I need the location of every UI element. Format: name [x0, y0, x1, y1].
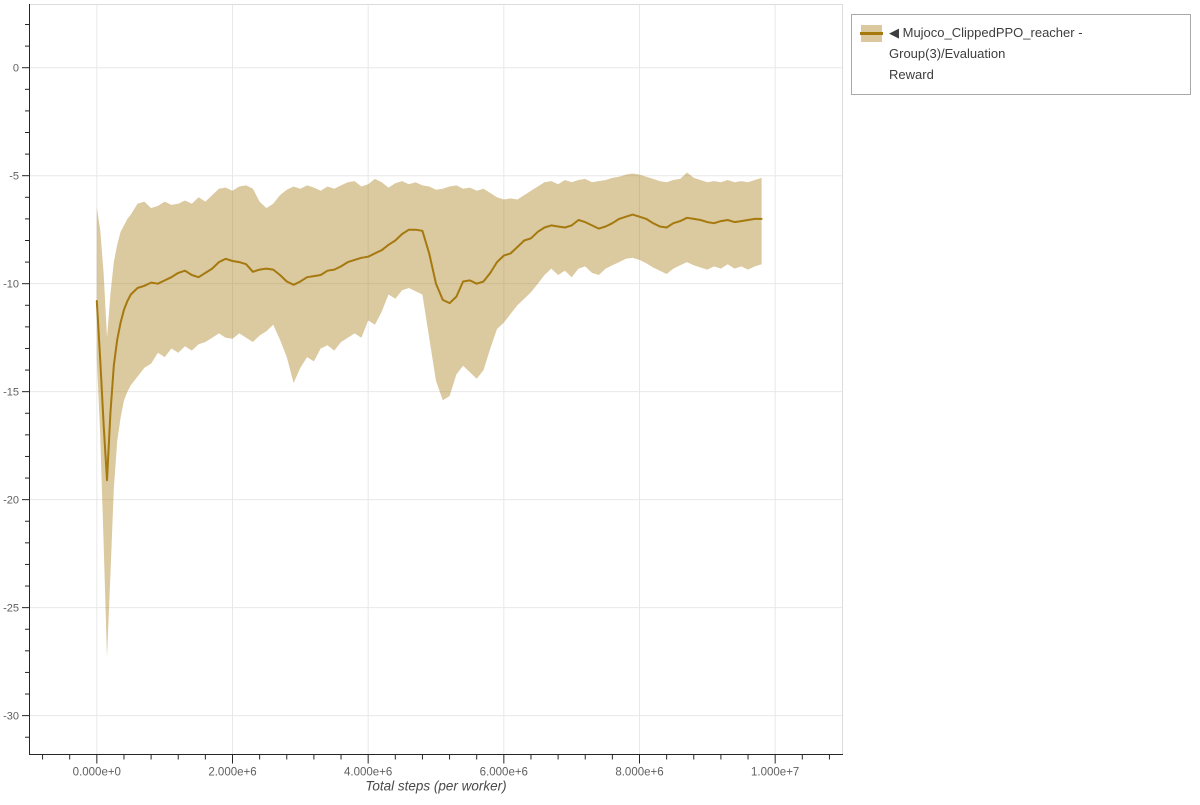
- y-tick-label: -15: [3, 387, 19, 399]
- x-tick-label: 8.000e+6: [615, 767, 663, 779]
- y-tick-label: -25: [3, 603, 19, 615]
- y-tick-label: -10: [3, 279, 19, 291]
- x-tick-label: 4.000e+6: [344, 767, 392, 779]
- y-tick-label: -30: [3, 711, 19, 723]
- x-axis-title: Total steps (per worker): [365, 779, 506, 794]
- line-swatch: [860, 31, 883, 35]
- legend-label: ◀ Mujoco_ClippedPPO_reacher - Group(3)/E…: [889, 23, 1180, 85]
- x-tick-label: 6.000e+6: [480, 767, 528, 779]
- legend: ◀ Mujoco_ClippedPPO_reacher - Group(3)/E…: [851, 14, 1191, 96]
- reward-chart[interactable]: 0 -5 -10 -15 -20 -25 -30 0.000e+0 2.000e+6 4.000e…: [0, 0, 845, 800]
- confidence-band: [96, 172, 762, 658]
- x-tick-label: 2.000e+6: [208, 767, 256, 779]
- y-tick-label: -20: [3, 495, 19, 507]
- legend-label-line2: Reward: [889, 66, 934, 82]
- x-tick-label: 0.000e+0: [73, 767, 121, 779]
- y-tick-label: -5: [9, 171, 19, 183]
- x-tick-label: 1.000e+7: [751, 767, 799, 779]
- legend-item[interactable]: ◀ Mujoco_ClippedPPO_reacher - Group(3)/E…: [860, 23, 1180, 85]
- dashboard-page: { "page": { "background": "#ffffff" }, "…: [0, 0, 1200, 800]
- plot-svg[interactable]: 0 -5 -10 -15 -20 -25 -30 0.000e+0 2.000e+6 4.000e…: [0, 0, 845, 800]
- legend-label-line1: ◀ Mujoco_ClippedPPO_reacher - Group(3)/E…: [889, 25, 1083, 61]
- y-tick-label: 0: [13, 63, 19, 75]
- legend-swatch-icon: [860, 25, 883, 42]
